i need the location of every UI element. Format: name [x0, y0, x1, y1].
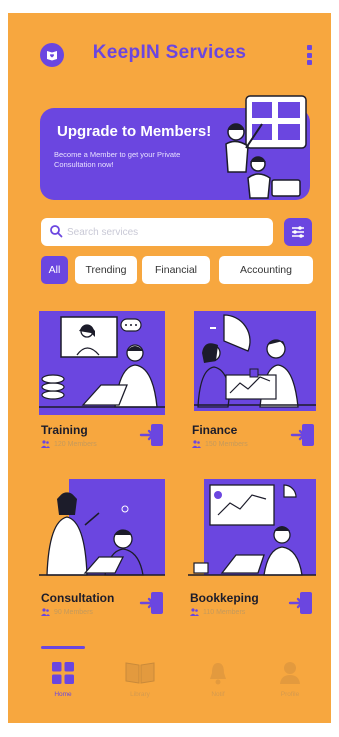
grid-icon: [52, 662, 74, 684]
service-card-training[interactable]: Training 120 Members: [39, 311, 169, 461]
users-icon: [192, 440, 201, 448]
card-meta: 90 Members: [41, 608, 93, 616]
service-card-bookkeping[interactable]: Bookkeping 110 Members: [188, 479, 318, 629]
search-bar: [41, 218, 273, 246]
card-meta-text: 150 Members: [205, 440, 248, 448]
nav-label: Library: [130, 691, 150, 698]
card-meta: 110 Members: [190, 608, 245, 616]
training-illustration: [39, 311, 165, 415]
chip-financial[interactable]: Financial: [142, 256, 210, 284]
nav-item-notif[interactable]: Notif: [188, 661, 248, 711]
enter-icon[interactable]: [139, 422, 165, 448]
bell-icon: [210, 663, 226, 685]
nav-item-home[interactable]: Home: [33, 661, 93, 711]
card-meta-text: 90 Members: [54, 608, 93, 616]
bookkeping-illustration: [188, 479, 316, 576]
book-open-icon: [125, 662, 155, 684]
upgrade-banner[interactable]: Upgrade to Members! Become a Member to g…: [40, 95, 310, 200]
nav-label: Profile: [280, 691, 300, 698]
enter-icon[interactable]: [290, 422, 316, 448]
filter-button[interactable]: [284, 218, 312, 246]
card-title: Training: [41, 423, 88, 437]
card-title: Finance: [192, 423, 238, 437]
more-dot: [306, 52, 312, 58]
users-icon: [41, 440, 50, 448]
chip-trending[interactable]: Trending: [75, 256, 137, 284]
banner-title: Upgrade to Members!: [57, 123, 212, 140]
search-icon: [50, 225, 63, 238]
nav-label: Notif: [211, 691, 225, 698]
app-title: KeepIN Services: [92, 42, 247, 63]
user-icon: [280, 662, 300, 684]
more-vertical-icon: [306, 45, 312, 50]
chip-accounting[interactable]: Accounting: [219, 256, 313, 284]
app-header: KeepIN Services: [8, 13, 331, 93]
users-icon: [190, 608, 199, 616]
users-icon: [41, 608, 50, 616]
nav-item-library[interactable]: Library: [110, 661, 170, 711]
enter-icon[interactable]: [288, 590, 314, 616]
card-title: Consultation: [41, 591, 115, 605]
nav-item-profile[interactable]: Profile: [260, 661, 320, 711]
banner-illustration: [225, 95, 307, 199]
more-dot: [306, 60, 312, 65]
chip-all[interactable]: All: [41, 256, 68, 284]
search-input[interactable]: [67, 222, 263, 242]
consultation-illustration: [39, 479, 165, 576]
card-title: Bookkeping: [190, 591, 259, 605]
nav-active-indicator: [41, 646, 85, 649]
banner-subtitle: Become a Member to get your Private Cons…: [54, 150, 181, 169]
card-meta-text: 120 Members: [54, 440, 97, 448]
nav-label: Home: [54, 691, 72, 698]
card-meta-text: 110 Members: [203, 608, 246, 616]
card-meta: 150 Members: [192, 440, 248, 448]
service-card-finance[interactable]: Finance 150 Members: [190, 311, 320, 461]
enter-icon[interactable]: [139, 590, 165, 616]
sliders-icon: [292, 226, 304, 238]
card-meta: 120 Members: [41, 440, 97, 448]
service-card-consultation[interactable]: Consultation 90 Members: [39, 479, 169, 629]
finance-illustration: [194, 311, 316, 411]
more-menu-button[interactable]: [303, 43, 315, 67]
app-screen: KeepIN Services Upgrade to Members! Beco…: [8, 13, 331, 723]
